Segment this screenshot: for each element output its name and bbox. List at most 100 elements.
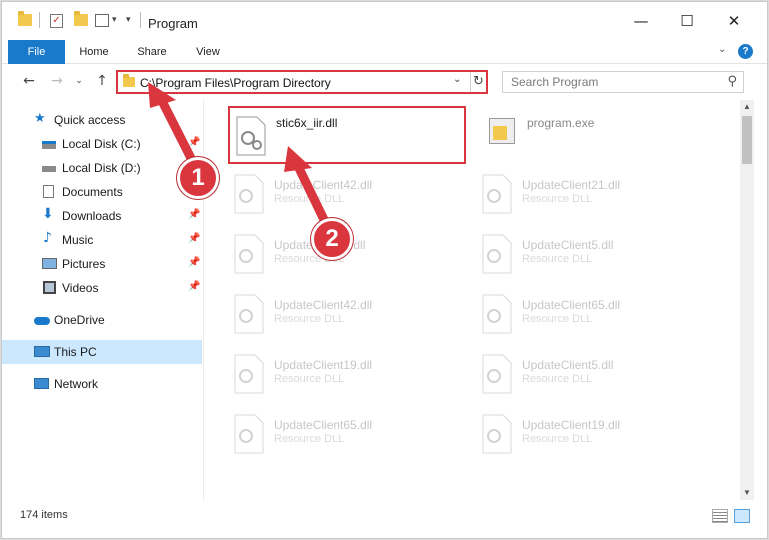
- maximize-button[interactable]: ☐: [677, 11, 697, 31]
- file-type: Resource DLL: [522, 313, 593, 325]
- sidebar-item-local-disk-c[interactable]: Local Disk (C:) 📌: [2, 132, 202, 156]
- documents-icon: [43, 185, 54, 198]
- search-icon[interactable]: ⚲: [727, 74, 737, 89]
- customize-icon[interactable]: [95, 14, 109, 27]
- sidebar-item-downloads[interactable]: ⬇ Downloads 📌: [2, 204, 202, 228]
- sidebar-item-pictures[interactable]: Pictures 📌: [2, 252, 202, 276]
- sidebar-item-onedrive[interactable]: OneDrive: [2, 308, 202, 332]
- quick-access-toolbar-dropdown-icon[interactable]: ▾: [126, 14, 131, 25]
- cloud-icon: [34, 317, 50, 325]
- file-type: Resource DLL: [274, 433, 345, 445]
- tab-file[interactable]: File: [8, 40, 65, 64]
- music-icon: ♪: [43, 230, 52, 246]
- address-row: ← → ⌄ ↑ C:\Program Files\Program Directo…: [2, 64, 767, 100]
- up-arrow-icon[interactable]: ↑: [93, 72, 111, 90]
- file-item[interactable]: UpdateClient42.dll Resource DLL: [228, 286, 468, 342]
- file-item[interactable]: UpdateClient5.dll Resource DLL: [476, 226, 716, 282]
- chevron-down-icon[interactable]: ▾: [112, 14, 117, 25]
- sidebar-item-label: Local Disk (C:): [62, 137, 141, 151]
- sidebar-item-label: Quick access: [54, 113, 126, 127]
- dll-file-icon: [234, 174, 264, 214]
- scrollbar-thumb[interactable]: [742, 116, 752, 164]
- dll-file-icon: [234, 294, 264, 334]
- file-item[interactable]: UpdateClient65.dll Resource DLL: [228, 406, 468, 462]
- videos-icon: [43, 281, 56, 294]
- file-name: program.exe: [527, 116, 595, 130]
- file-name: UpdateClient5.dll: [522, 238, 614, 252]
- minimize-button[interactable]: —: [631, 11, 651, 31]
- dll-file-icon: [234, 414, 264, 454]
- exe-file-icon: [485, 112, 519, 152]
- scroll-up-icon[interactable]: ▲: [740, 100, 754, 114]
- sidebar-item-documents[interactable]: Documents 📌: [2, 180, 202, 204]
- step-badge-1: 1: [177, 157, 219, 199]
- dll-file-icon: [482, 174, 512, 214]
- chevron-down-icon[interactable]: ⌄: [453, 74, 461, 85]
- file-item[interactable]: UpdateClient42.dll Resource DLL: [228, 166, 468, 222]
- new-folder-icon[interactable]: [74, 11, 88, 26]
- status-bar: 174 items: [2, 500, 767, 538]
- sidebar-item-network[interactable]: Network: [2, 372, 202, 396]
- sidebar-item-music[interactable]: ♪ Music 📌: [2, 228, 202, 252]
- search-placeholder: Search Program: [511, 75, 599, 89]
- sidebar-item-this-pc[interactable]: This PC: [2, 340, 202, 364]
- file-type: Resource DLL: [274, 313, 345, 325]
- file-type: Resource DLL: [522, 433, 593, 445]
- step-badge-2: 2: [311, 218, 353, 260]
- address-path[interactable]: C:\Program Files\Program Directory: [140, 76, 331, 90]
- tab-view[interactable]: View: [188, 40, 228, 64]
- file-type: Resource DLL: [274, 373, 345, 385]
- network-icon: [34, 378, 49, 389]
- vertical-scrollbar[interactable]: ▲ ▼: [740, 100, 754, 500]
- address-bar[interactable]: C:\Program Files\Program Directory ⌄ ↻: [116, 70, 488, 94]
- close-button[interactable]: ✕: [724, 11, 744, 31]
- pin-icon: 📌: [188, 281, 201, 292]
- folder-icon: [18, 11, 32, 26]
- dll-file-icon: [234, 234, 264, 274]
- scroll-down-icon[interactable]: ▼: [740, 486, 754, 500]
- recent-locations-chevron-icon[interactable]: ⌄: [70, 72, 88, 90]
- refresh-icon[interactable]: ↻: [470, 72, 486, 92]
- drive-icon: [42, 166, 56, 172]
- file-type: Resource DLL: [522, 373, 593, 385]
- file-type: Resource DLL: [522, 193, 593, 205]
- sidebar-item-videos[interactable]: Videos 📌: [2, 276, 202, 300]
- properties-icon[interactable]: ✓: [50, 14, 63, 28]
- star-icon: ★: [34, 111, 46, 126]
- dll-file-icon: [482, 294, 512, 334]
- dll-file-icon: [482, 354, 512, 394]
- help-icon[interactable]: ?: [738, 44, 753, 59]
- details-view-icon[interactable]: [712, 509, 728, 523]
- file-name: stic6x_iir.dll: [276, 116, 338, 130]
- file-item[interactable]: UpdateClient19.dll Resource DLL: [476, 406, 716, 462]
- file-type: Resource DLL: [274, 193, 345, 205]
- tiles-view-icon[interactable]: [734, 509, 750, 523]
- search-input[interactable]: Search Program ⚲: [502, 71, 744, 93]
- file-item[interactable]: UpdateClient21.dll Resource DLL: [476, 166, 716, 222]
- expand-ribbon-icon[interactable]: ⌄: [718, 44, 726, 55]
- file-item[interactable]: UpdateClient65.dll Resource DLL: [476, 286, 716, 342]
- sidebar-item-label: Downloads: [62, 209, 122, 223]
- file-name: UpdateClient42.dll: [274, 178, 373, 192]
- folder-icon: [123, 74, 135, 87]
- file-name: UpdateClient42.dll: [274, 298, 373, 312]
- drive-icon: [42, 141, 56, 149]
- file-name: UpdateClient5.dll: [522, 358, 614, 372]
- tab-home[interactable]: Home: [72, 40, 116, 64]
- dll-file-icon: [236, 116, 266, 156]
- file-item[interactable]: UpdateClient5.dll Resource DLL: [476, 346, 716, 402]
- item-count: 174 items: [20, 509, 68, 521]
- window-title: Program: [148, 16, 198, 31]
- file-explorer-window: ✓ ▾ ▾ Program — ☐ ✕ File Home Share View…: [1, 1, 768, 539]
- file-item-target-dll[interactable]: stic6x_iir.dll: [228, 106, 466, 164]
- sidebar-item-quick-access[interactable]: ★ Quick access: [2, 108, 202, 132]
- file-item-program-exe[interactable]: program.exe: [481, 104, 721, 160]
- sidebar-item-label: Documents: [62, 185, 123, 199]
- tab-share[interactable]: Share: [130, 40, 174, 64]
- sidebar-item-local-disk-d[interactable]: Local Disk (D:) 📌: [2, 156, 202, 180]
- file-item[interactable]: UpdateClient19.dll Resource DLL: [228, 346, 468, 402]
- back-arrow-icon[interactable]: ←: [20, 72, 38, 90]
- forward-arrow-icon[interactable]: →: [48, 72, 66, 90]
- divider: [39, 12, 40, 28]
- file-type: Resource DLL: [522, 253, 593, 265]
